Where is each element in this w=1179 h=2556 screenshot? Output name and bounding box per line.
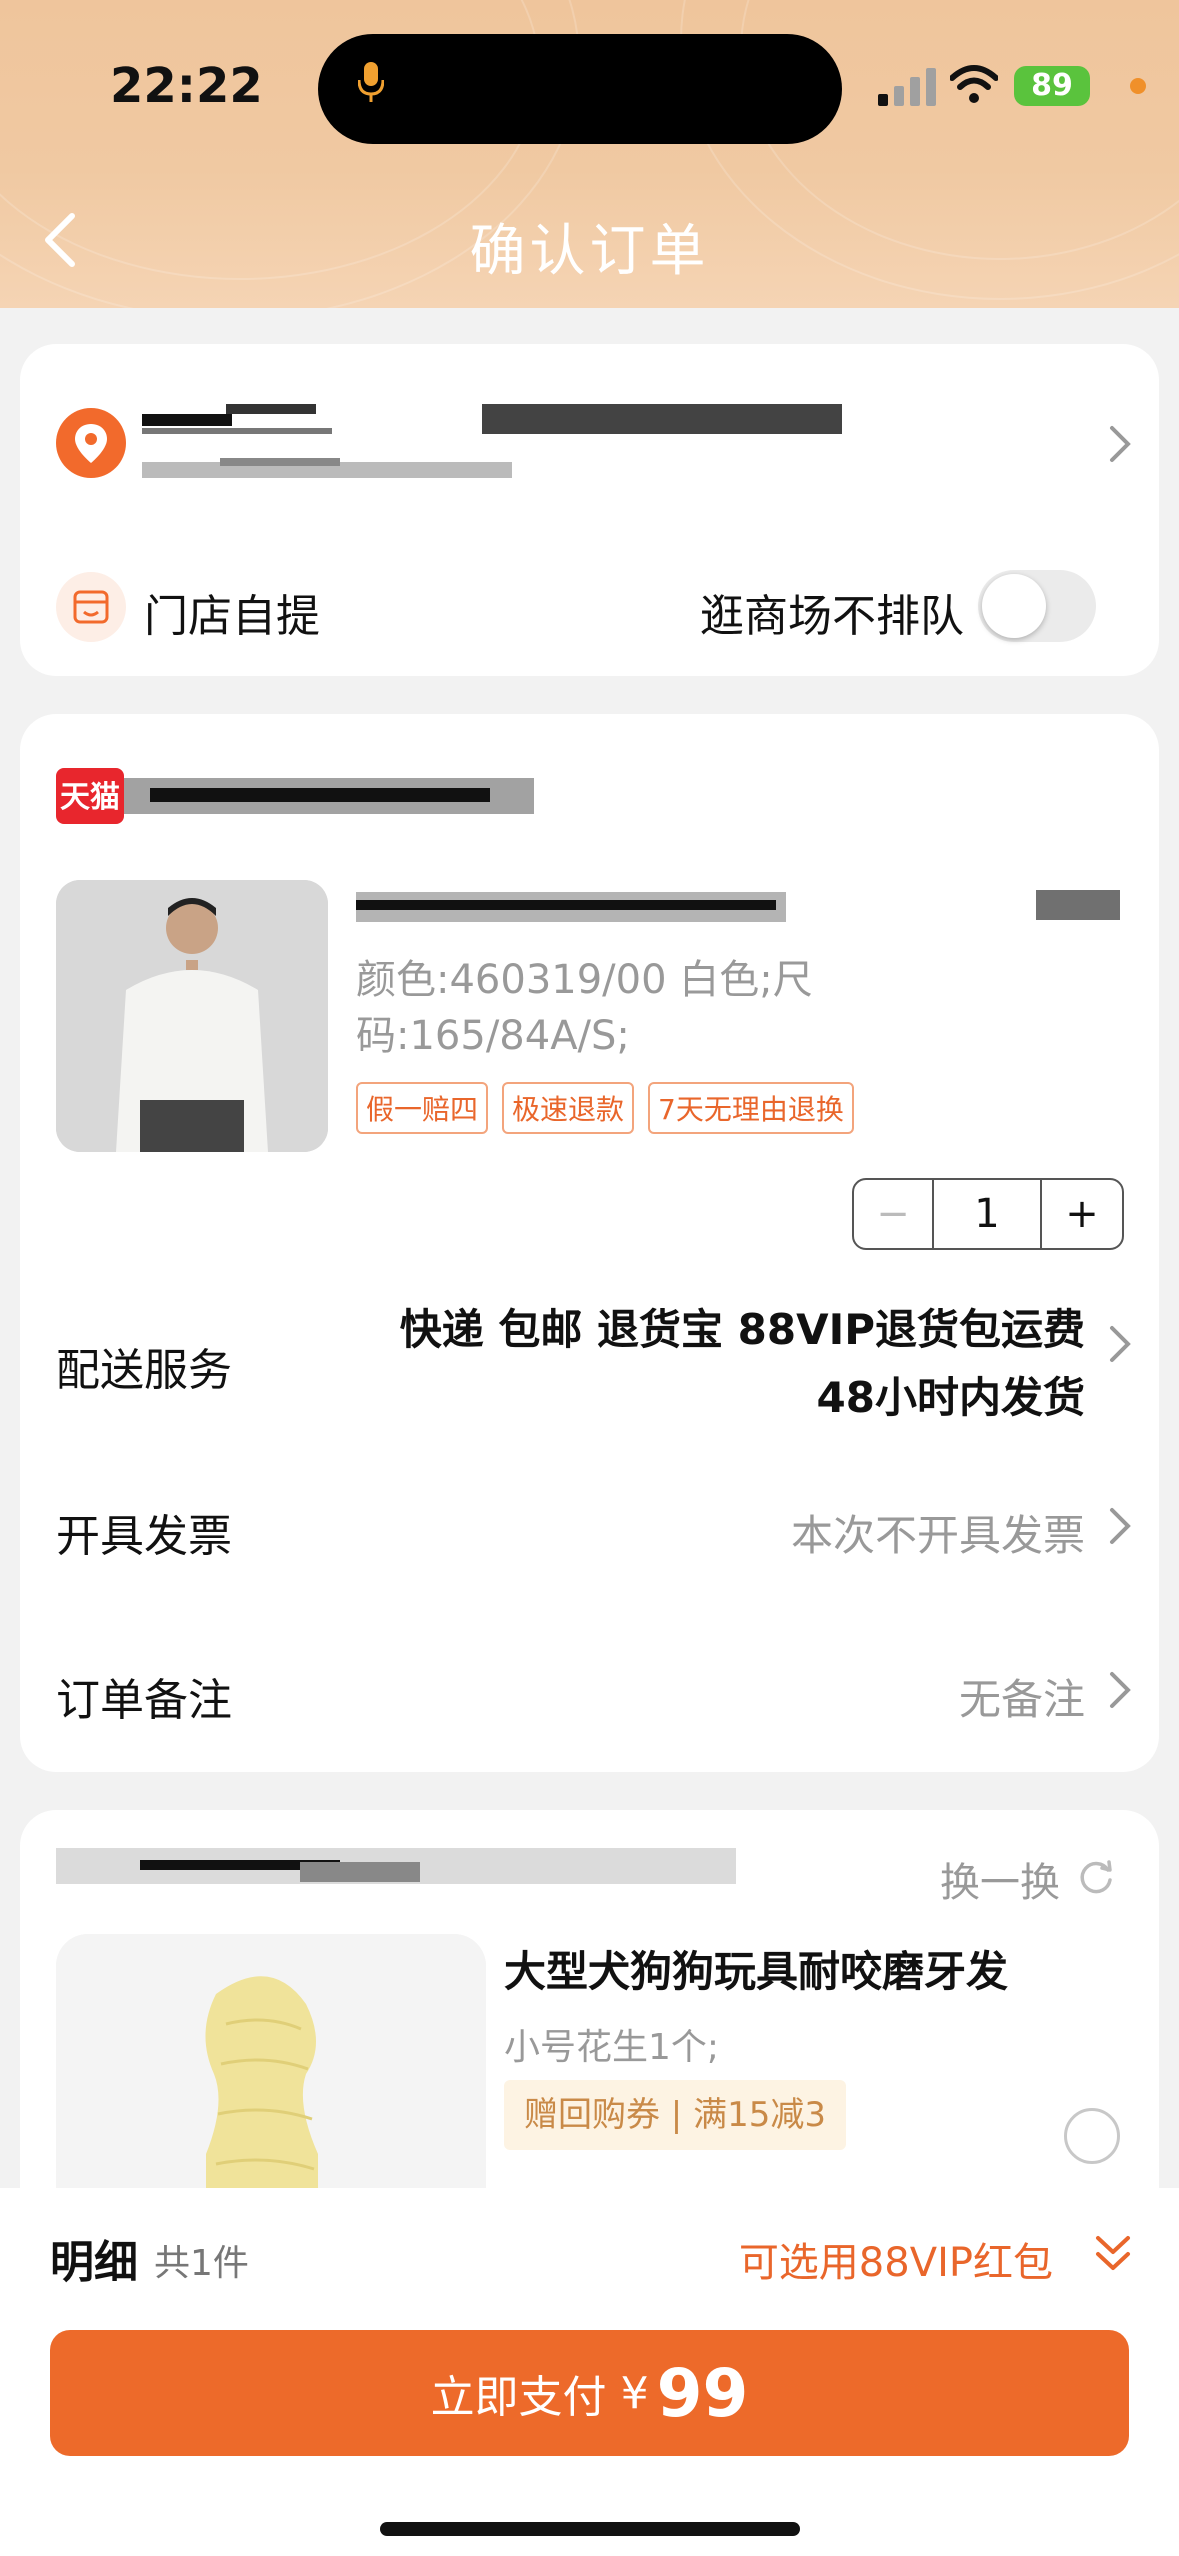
quantity-stepper: − 1 + bbox=[852, 1178, 1124, 1250]
tag-fast-refund: 极速退款 bbox=[502, 1082, 635, 1134]
home-indicator[interactable] bbox=[380, 2522, 800, 2536]
mall-no-queue-toggle[interactable] bbox=[978, 570, 1096, 642]
store-icon bbox=[56, 572, 126, 642]
pay-amount: 99 bbox=[656, 2354, 749, 2432]
order-note-value[interactable]: 无备注 bbox=[959, 1666, 1085, 1727]
currency-symbol: ¥ bbox=[620, 2367, 649, 2419]
recommend-product-name[interactable]: 大型犬狗狗玩具耐咬磨牙发 bbox=[504, 1938, 1008, 1999]
recommend-card: 换一换 大型犬狗狗玩具耐咬磨牙发 小号花生1个; 赠回购券 | 满15减3 bbox=[20, 1810, 1159, 2234]
order-card: 天猫 颜色:460319/00 白色;尺码:165/84A/S; 假一赔四 极速… bbox=[20, 714, 1159, 1772]
tmall-logo: 天猫 bbox=[56, 768, 124, 824]
swap-button[interactable]: 换一换 bbox=[940, 1850, 1060, 1908]
vip-redpacket-label[interactable]: 可选用88VIP红包 bbox=[739, 2230, 1053, 2288]
pay-label: 立即支付 bbox=[430, 2372, 607, 2423]
product-spec: 颜色:460319/00 白色;尺码:165/84A/S; bbox=[356, 957, 813, 1059]
increment-button[interactable]: + bbox=[1042, 1180, 1122, 1248]
quantity-value: 1 bbox=[934, 1180, 1042, 1248]
checkout-bar: 明细 共1件 可选用88VIP红包 立即支付 ¥ 99 bbox=[0, 2188, 1179, 2556]
pay-now-button[interactable]: 立即支付 ¥ 99 bbox=[50, 2330, 1129, 2456]
refresh-icon[interactable] bbox=[1076, 1856, 1116, 1896]
header-bar: 22:22 89 确认订单 bbox=[0, 0, 1179, 308]
detail-label[interactable]: 明细 bbox=[50, 2226, 138, 2290]
chevron-right-icon bbox=[1110, 1672, 1131, 1708]
battery-indicator: 89 bbox=[1014, 66, 1090, 106]
recommend-select-radio[interactable] bbox=[1064, 2108, 1120, 2164]
recommend-product-spec: 小号花生1个; bbox=[504, 2027, 720, 2068]
wifi-icon bbox=[950, 65, 998, 103]
mall-no-queue-label: 逛商场不排队 bbox=[700, 591, 964, 642]
recommend-coupon: 赠回购券 | 满15减3 bbox=[504, 2080, 846, 2150]
delivery-value[interactable]: 快递 包邮 退货宝 88VIP退货包运费 48小时内发货 bbox=[400, 1296, 1085, 1432]
mic-icon bbox=[358, 62, 384, 102]
page-title: 确认订单 bbox=[469, 219, 710, 284]
item-count: 共1件 bbox=[154, 2243, 249, 2284]
product-image[interactable] bbox=[56, 880, 328, 1152]
privacy-dot bbox=[1130, 78, 1146, 94]
delivery-line-2: 48小时内发货 bbox=[816, 1373, 1085, 1422]
location-icon bbox=[56, 408, 126, 478]
store-pickup-label[interactable]: 门店自提 bbox=[144, 580, 320, 644]
chevron-right-icon bbox=[1110, 1508, 1131, 1544]
product-tags: 假一赔四 极速退款 7天无理由退换 bbox=[356, 1082, 854, 1134]
chevron-right-icon bbox=[1110, 1326, 1131, 1362]
address-card[interactable]: 门店自提 逛商场不排队 bbox=[20, 344, 1159, 676]
tag-7day-return: 7天无理由退换 bbox=[648, 1082, 854, 1134]
delivery-label: 配送服务 bbox=[56, 1345, 232, 1396]
signal-icon bbox=[878, 68, 936, 106]
dynamic-island bbox=[318, 34, 842, 144]
chevron-down-icon[interactable] bbox=[1094, 2232, 1132, 2276]
delivery-line-1: 快递 包邮 退货宝 88VIP退货包运费 bbox=[399, 1305, 1085, 1354]
invoice-value[interactable]: 本次不开具发票 bbox=[791, 1502, 1085, 1563]
order-note-label: 订单备注 bbox=[56, 1675, 232, 1726]
chevron-right-icon bbox=[1110, 426, 1131, 462]
toggle-knob bbox=[982, 574, 1046, 638]
invoice-label: 开具发票 bbox=[56, 1511, 232, 1562]
decrement-button[interactable]: − bbox=[854, 1180, 934, 1248]
tag-fake-compensation: 假一赔四 bbox=[356, 1082, 489, 1134]
status-time: 22:22 bbox=[110, 58, 263, 114]
